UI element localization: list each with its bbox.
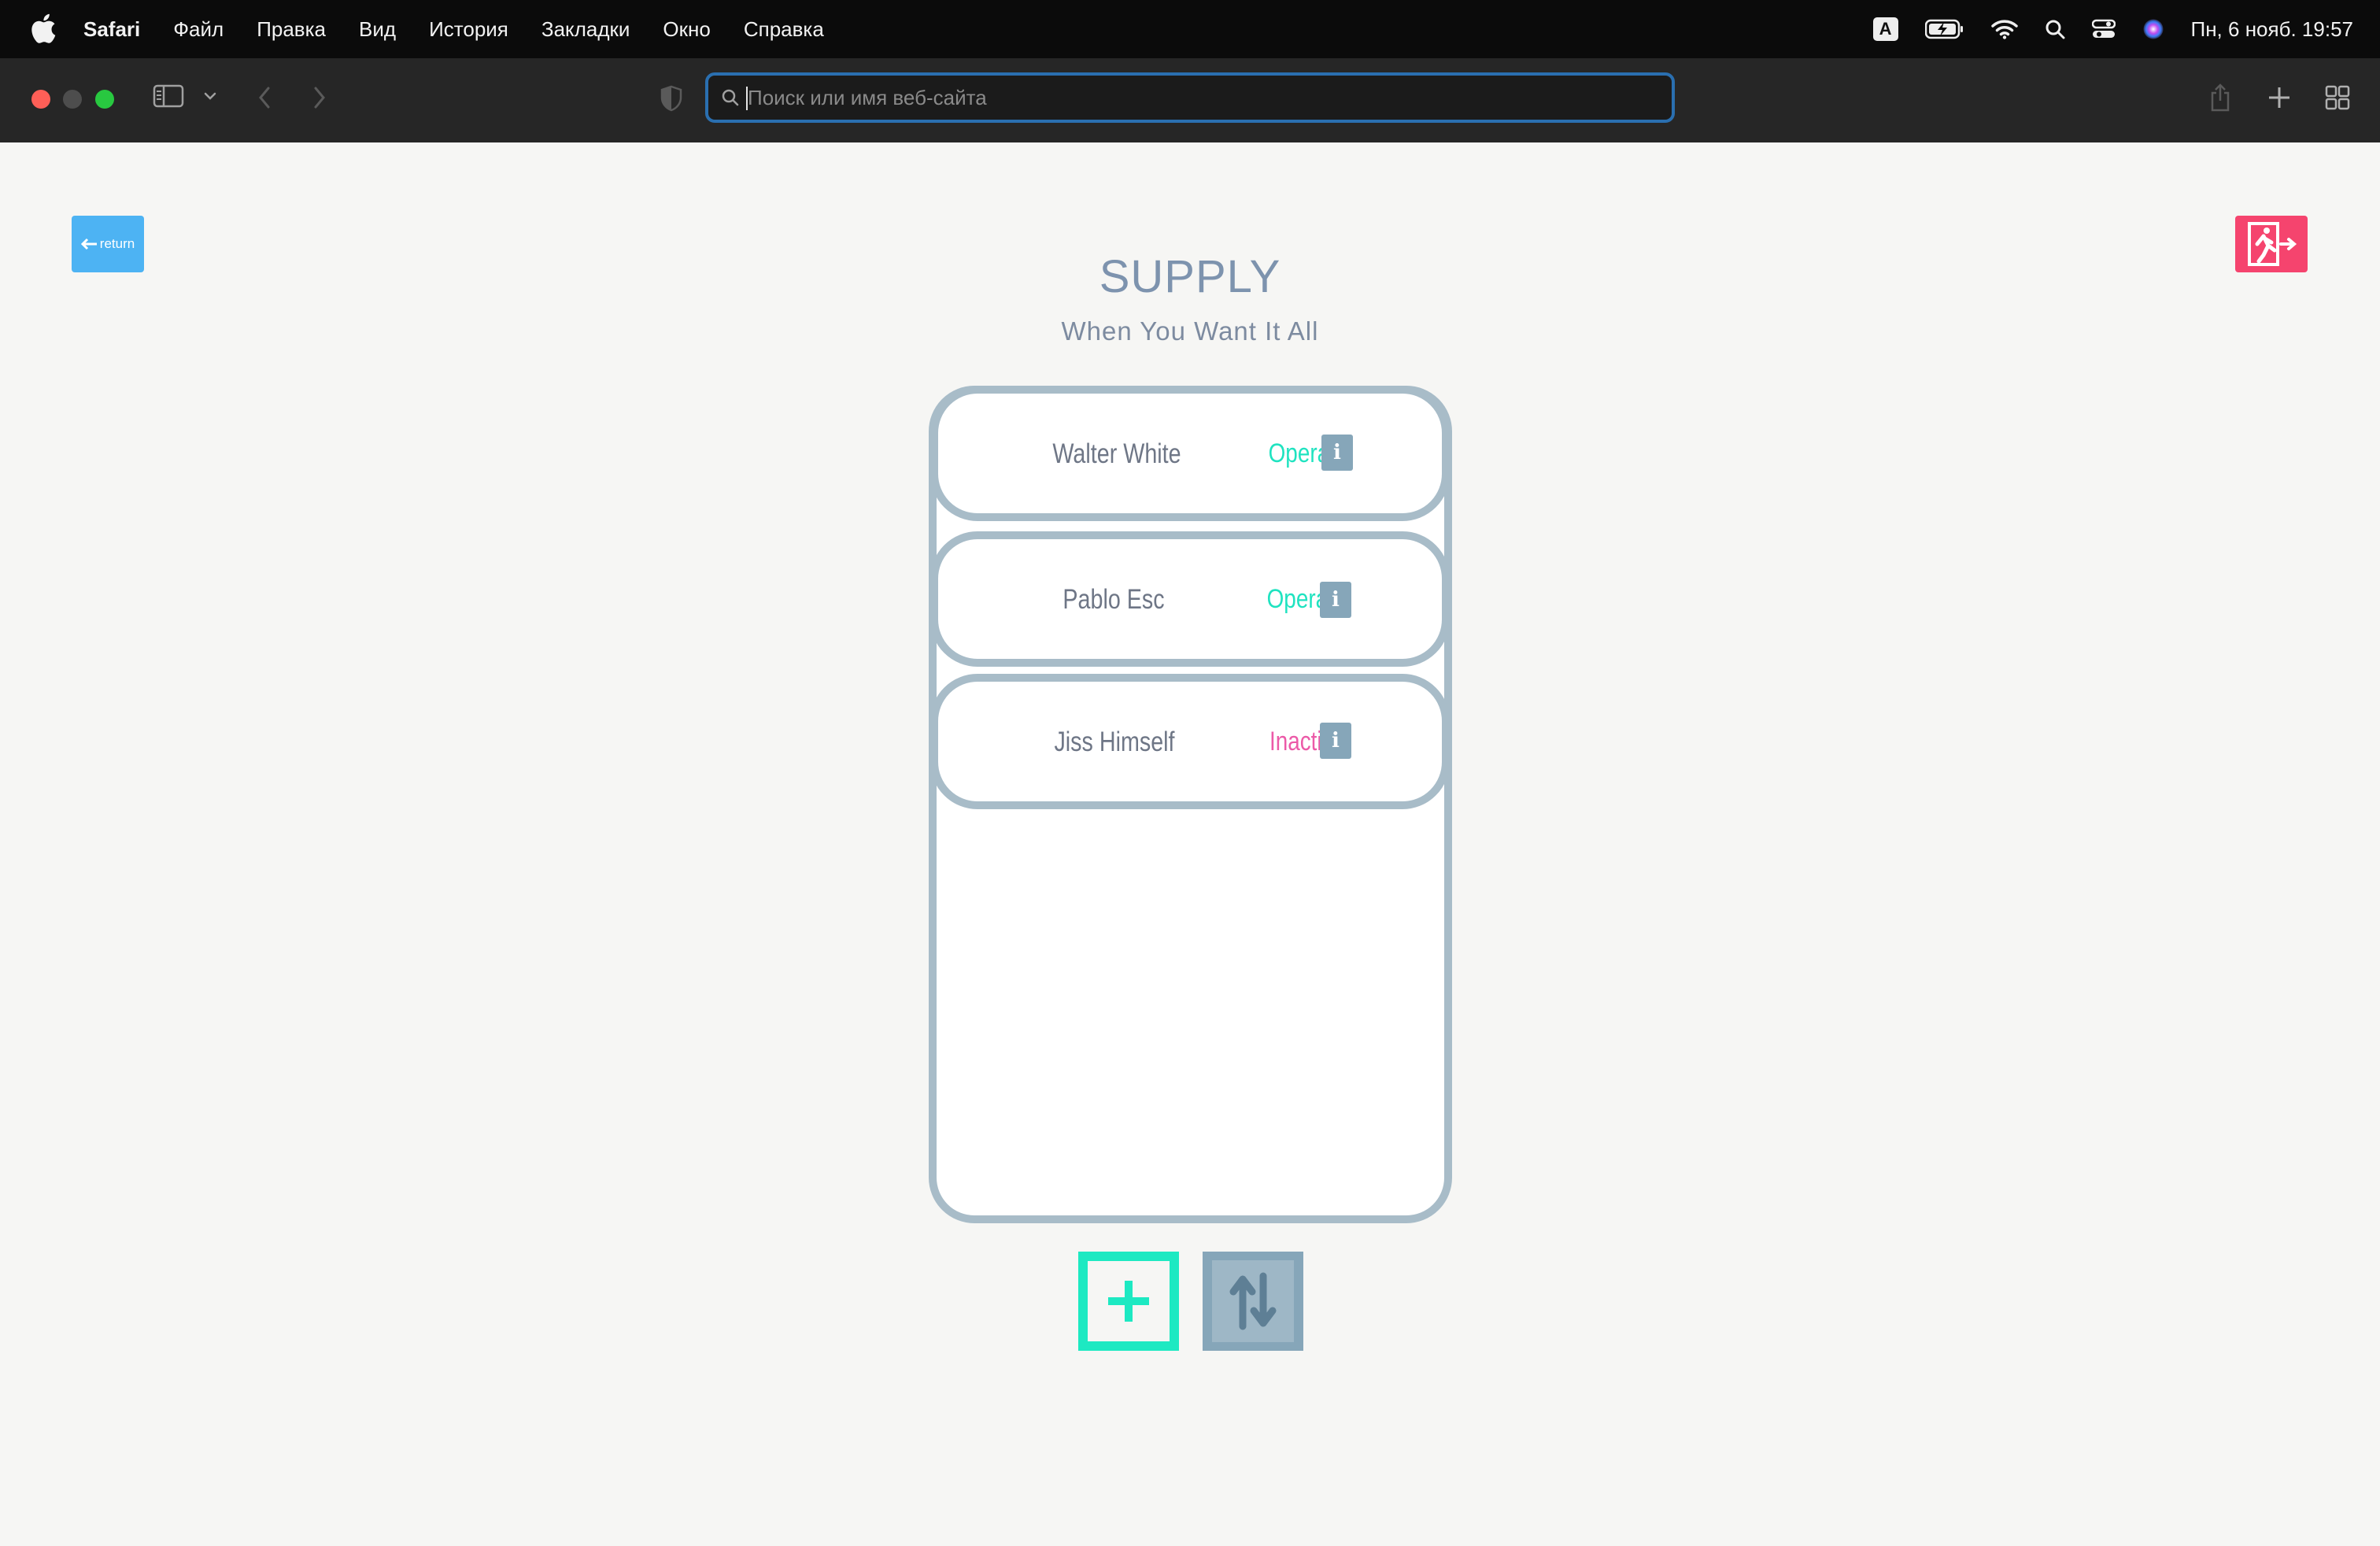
- new-tab-plus-icon[interactable]: [2267, 85, 2292, 110]
- address-input[interactable]: [748, 85, 1672, 110]
- address-bar[interactable]: [705, 72, 1675, 123]
- apple-logo-icon[interactable]: [30, 13, 57, 44]
- macos-menu-bar: Safari Файл Правка Вид История Закладки …: [0, 0, 2380, 58]
- share-icon[interactable]: [2208, 82, 2232, 113]
- list-item: Walter White Operate i: [930, 386, 1450, 521]
- list-item: Jiss Himself Inactive i: [930, 674, 1450, 809]
- menu-view[interactable]: Вид: [359, 17, 396, 42]
- supplier-name: Jiss Himself: [1054, 727, 1175, 757]
- info-button[interactable]: i: [1320, 723, 1351, 759]
- chevron-down-icon[interactable]: [203, 91, 217, 101]
- sidebar-toggle-icon[interactable]: [153, 83, 184, 109]
- sort-button[interactable]: [1203, 1252, 1303, 1351]
- window-close-button[interactable]: [31, 90, 50, 109]
- sort-arrows-icon: [1229, 1272, 1277, 1330]
- add-supplier-button[interactable]: [1078, 1252, 1179, 1351]
- list-item: Pablo Esc Operate i: [930, 531, 1450, 667]
- menu-history[interactable]: История: [429, 17, 508, 42]
- menu-bookmarks[interactable]: Закладки: [541, 17, 630, 42]
- wifi-icon[interactable]: [1990, 19, 2018, 39]
- battery-charging-icon[interactable]: [1924, 19, 1964, 39]
- back-chevron-icon[interactable]: [255, 85, 274, 110]
- window-zoom-button[interactable]: [95, 90, 114, 109]
- window-minimize-button[interactable]: [63, 90, 82, 109]
- arrow-left-icon: [80, 238, 97, 250]
- page-title: SUPPLY: [1099, 251, 1281, 302]
- menu-window[interactable]: Окно: [663, 17, 710, 42]
- siri-icon[interactable]: [2142, 18, 2164, 40]
- menu-clock[interactable]: Пн, 6 нояб. 19:57: [2191, 17, 2353, 42]
- text-cursor: [746, 87, 748, 110]
- menu-items: Safari Файл Правка Вид История Закладки …: [83, 0, 857, 58]
- info-button[interactable]: i: [1320, 582, 1351, 618]
- search-icon: [721, 88, 740, 107]
- info-button[interactable]: i: [1321, 435, 1353, 471]
- forward-chevron-icon[interactable]: [310, 85, 329, 110]
- menu-app-name[interactable]: Safari: [83, 17, 140, 42]
- tab-overview-icon[interactable]: [2325, 85, 2350, 110]
- page-subtitle: When You Want It All: [1061, 316, 1319, 346]
- spotlight-search-icon[interactable]: [2045, 19, 2065, 39]
- status-area: A Пн, 6 нояб. 19:57: [1846, 0, 2353, 58]
- menu-edit[interactable]: Правка: [257, 17, 326, 42]
- input-source-icon[interactable]: A: [1872, 17, 1898, 41]
- plus-icon: [1108, 1281, 1149, 1322]
- supplier-name: Walter White: [1052, 438, 1181, 469]
- supplier-name: Pablo Esc: [1062, 584, 1165, 615]
- emergency-exit-icon: [2248, 222, 2297, 266]
- control-center-icon[interactable]: [2091, 19, 2116, 39]
- privacy-shield-icon[interactable]: [660, 85, 683, 112]
- menu-help[interactable]: Справка: [744, 17, 824, 42]
- logout-button[interactable]: [2235, 216, 2308, 272]
- menu-file[interactable]: Файл: [173, 17, 224, 42]
- return-button[interactable]: return: [72, 216, 144, 272]
- return-label: return: [99, 236, 135, 251]
- sort-button-inner: [1212, 1260, 1294, 1342]
